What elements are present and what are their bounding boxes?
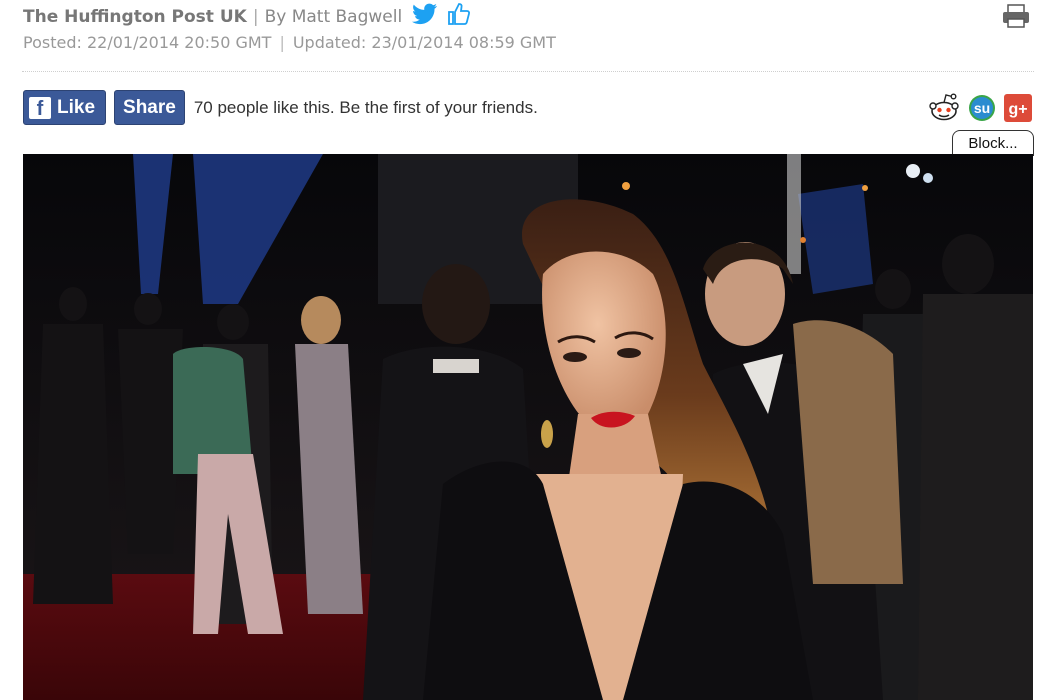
article-byline: The Huffington Post UK | By Matt Bagwell	[23, 3, 471, 30]
like-button-label: Like	[57, 97, 96, 118]
video-woman-eye	[563, 352, 587, 362]
thumbs-up-icon[interactable]	[447, 3, 471, 30]
stumbleupon-icon[interactable]: su	[968, 94, 996, 126]
svg-text:su: su	[974, 100, 990, 116]
video-woman-eye	[617, 348, 641, 358]
video-sequin-woman-head	[301, 296, 341, 344]
print-icon[interactable]	[1002, 4, 1030, 28]
video-man-collar	[433, 359, 479, 373]
facebook-like-button[interactable]: f Like	[23, 90, 107, 125]
author-name[interactable]: By Matt Bagwell	[265, 7, 403, 27]
publication-name[interactable]: The Huffington Post UK	[23, 7, 247, 27]
twitter-icon[interactable]	[411, 3, 438, 30]
byline-separator: |	[252, 7, 259, 27]
header-divider	[22, 71, 1034, 72]
video-woman-earring	[541, 420, 553, 448]
updated-date: Updated: 23/01/2014 08:59 GMT	[292, 33, 556, 52]
video-player[interactable]	[23, 154, 1033, 700]
article-dates: Posted: 22/01/2014 20:50 GMT | Updated: 23…	[23, 33, 556, 52]
like-count-text: 70 people like this. Be the first of you…	[193, 97, 538, 117]
video-light	[800, 237, 806, 243]
facebook-share-button[interactable]: Share	[114, 90, 185, 125]
video-light	[862, 185, 868, 191]
facebook-icon: f	[29, 96, 51, 120]
google-plus-icon[interactable]: g+	[1004, 94, 1032, 126]
reddit-icon[interactable]	[928, 92, 960, 128]
share-icons: su g+	[920, 92, 1032, 128]
video-pole	[787, 154, 801, 274]
svg-text:g+: g+	[1008, 101, 1027, 118]
video-light	[622, 182, 630, 190]
block-button[interactable]: Block...	[952, 130, 1034, 156]
facebook-social-bar: f Like Share 70 people like this. Be the…	[23, 90, 538, 125]
share-button-label: Share	[123, 97, 176, 118]
posted-date: Posted: 22/01/2014 20:50 GMT	[23, 33, 272, 52]
video-light	[923, 173, 933, 183]
dates-separator: |	[279, 33, 285, 52]
video-man-head	[422, 264, 490, 344]
video-light	[906, 164, 920, 178]
